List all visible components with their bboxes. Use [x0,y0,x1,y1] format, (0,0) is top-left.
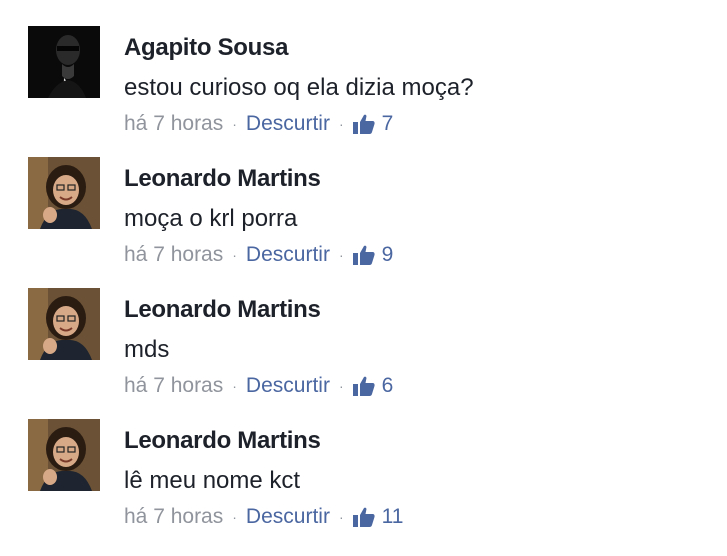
like-count[interactable]: 7 [382,112,394,136]
dark-profile-photo-icon [28,26,100,98]
like-count[interactable]: 9 [382,243,394,267]
comment-text: lê meu nome kct [124,467,301,494]
comment-text: moça o krl porra [124,205,298,232]
comment-meta: há 7 horas · Descurtir · 6 [124,374,393,398]
avatar[interactable] [28,288,100,360]
profile-photo-icon [28,419,100,491]
comment-timestamp[interactable]: há 7 horas [124,112,223,136]
comment-author[interactable]: Leonardo Martins [124,427,321,455]
thumbs-up-icon[interactable] [352,376,375,396]
comment: Leonardo Martins lê meu nome kct há 7 ho… [28,419,708,539]
profile-photo-icon [28,157,100,229]
separator-dot: · [338,247,344,263]
separator-dot: · [338,116,344,132]
comment-meta: há 7 horas · Descurtir · 7 [124,112,393,136]
comment-text: estou curioso oq ela dizia moça? [124,74,474,101]
profile-photo-icon [28,288,100,360]
comment: Agapito Sousa estou curioso oq ela dizia… [28,26,708,146]
unlike-link[interactable]: Descurtir [246,243,330,267]
separator-dot: · [338,509,344,525]
unlike-link[interactable]: Descurtir [246,505,330,529]
comment-thread: Agapito Sousa estou curioso oq ela dizia… [0,0,727,556]
comment-text: mds [124,336,170,363]
comment-timestamp[interactable]: há 7 horas [124,243,223,267]
comment-timestamp[interactable]: há 7 horas [124,374,223,398]
unlike-link[interactable]: Descurtir [246,112,330,136]
comment: Leonardo Martins mds há 7 horas · Descur… [28,288,708,408]
thumbs-up-icon[interactable] [352,114,375,134]
comment-author[interactable]: Agapito Sousa [124,34,288,62]
avatar[interactable] [28,157,100,229]
comment: Leonardo Martins moça o krl porra há 7 h… [28,157,708,277]
thumbs-up-icon[interactable] [352,245,375,265]
separator-dot: · [232,378,237,394]
comment-author[interactable]: Leonardo Martins [124,296,321,324]
separator-dot: · [232,247,237,263]
avatar[interactable] [28,26,100,98]
separator-dot: · [232,509,237,525]
thumbs-up-icon[interactable] [352,507,375,527]
like-count[interactable]: 6 [382,374,394,398]
separator-dot: · [232,116,237,132]
like-count[interactable]: 11 [382,505,404,529]
comment-timestamp[interactable]: há 7 horas [124,505,223,529]
separator-dot: · [338,378,344,394]
unlike-link[interactable]: Descurtir [246,374,330,398]
avatar[interactable] [28,419,100,491]
comment-meta: há 7 horas · Descurtir · 11 [124,505,403,529]
comment-author[interactable]: Leonardo Martins [124,165,321,193]
comment-meta: há 7 horas · Descurtir · 9 [124,243,393,267]
